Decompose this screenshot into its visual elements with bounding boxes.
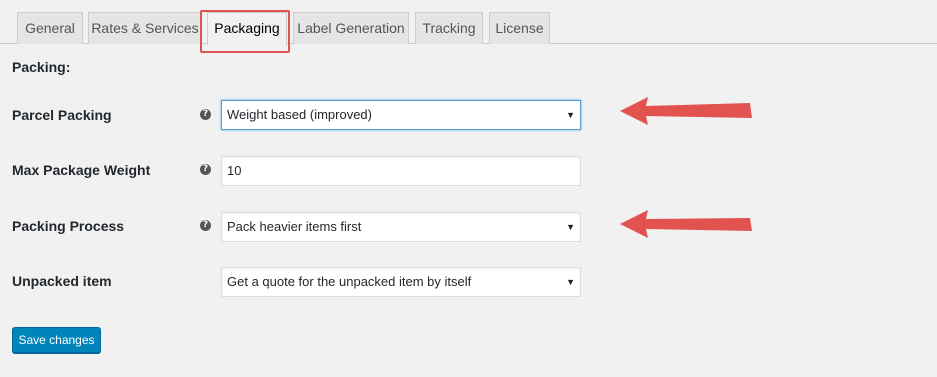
unpacked-item-value: Get a quote for the unpacked item by its… bbox=[227, 274, 472, 289]
chevron-down-icon: ▼ bbox=[566, 110, 575, 120]
max-package-weight-value: 10 bbox=[227, 163, 242, 178]
max-package-weight-label: Max Package Weight bbox=[12, 162, 151, 178]
unpacked-item-select[interactable]: Get a quote for the unpacked item by its… bbox=[221, 267, 581, 297]
packing-process-value: Pack heavier items first bbox=[227, 219, 362, 234]
section-title: Packing: bbox=[12, 59, 71, 75]
parcel-packing-select[interactable]: Weight based (improved) ▼ bbox=[221, 100, 581, 130]
packing-process-select[interactable]: Pack heavier items first ▼ bbox=[221, 212, 581, 242]
help-icon[interactable]: ? bbox=[200, 164, 211, 175]
help-icon[interactable]: ? bbox=[200, 220, 211, 231]
unpacked-item-label: Unpacked item bbox=[12, 273, 112, 289]
annotation-arrow-icon bbox=[620, 97, 752, 125]
tab-tracking[interactable]: Tracking bbox=[415, 12, 483, 44]
packing-process-label: Packing Process bbox=[12, 218, 125, 234]
parcel-packing-label: Parcel Packing bbox=[12, 107, 112, 123]
tab-license[interactable]: License bbox=[489, 12, 550, 44]
tab-rates-services[interactable]: Rates & Services bbox=[88, 12, 202, 44]
save-changes-button[interactable]: Save changes bbox=[12, 327, 101, 353]
chevron-down-icon: ▼ bbox=[566, 222, 575, 232]
settings-tabs: General Rates & Services Packaging Label… bbox=[0, 0, 937, 45]
annotation-arrow-icon bbox=[620, 210, 752, 238]
help-icon[interactable]: ? bbox=[200, 109, 211, 120]
chevron-down-icon: ▼ bbox=[566, 277, 575, 287]
parcel-packing-value: Weight based (improved) bbox=[227, 107, 372, 122]
max-package-weight-input[interactable]: 10 bbox=[221, 156, 581, 186]
tab-general[interactable]: General bbox=[17, 12, 83, 44]
tab-packaging[interactable]: Packaging bbox=[207, 12, 287, 45]
tab-label-generation[interactable]: Label Generation bbox=[293, 12, 409, 44]
